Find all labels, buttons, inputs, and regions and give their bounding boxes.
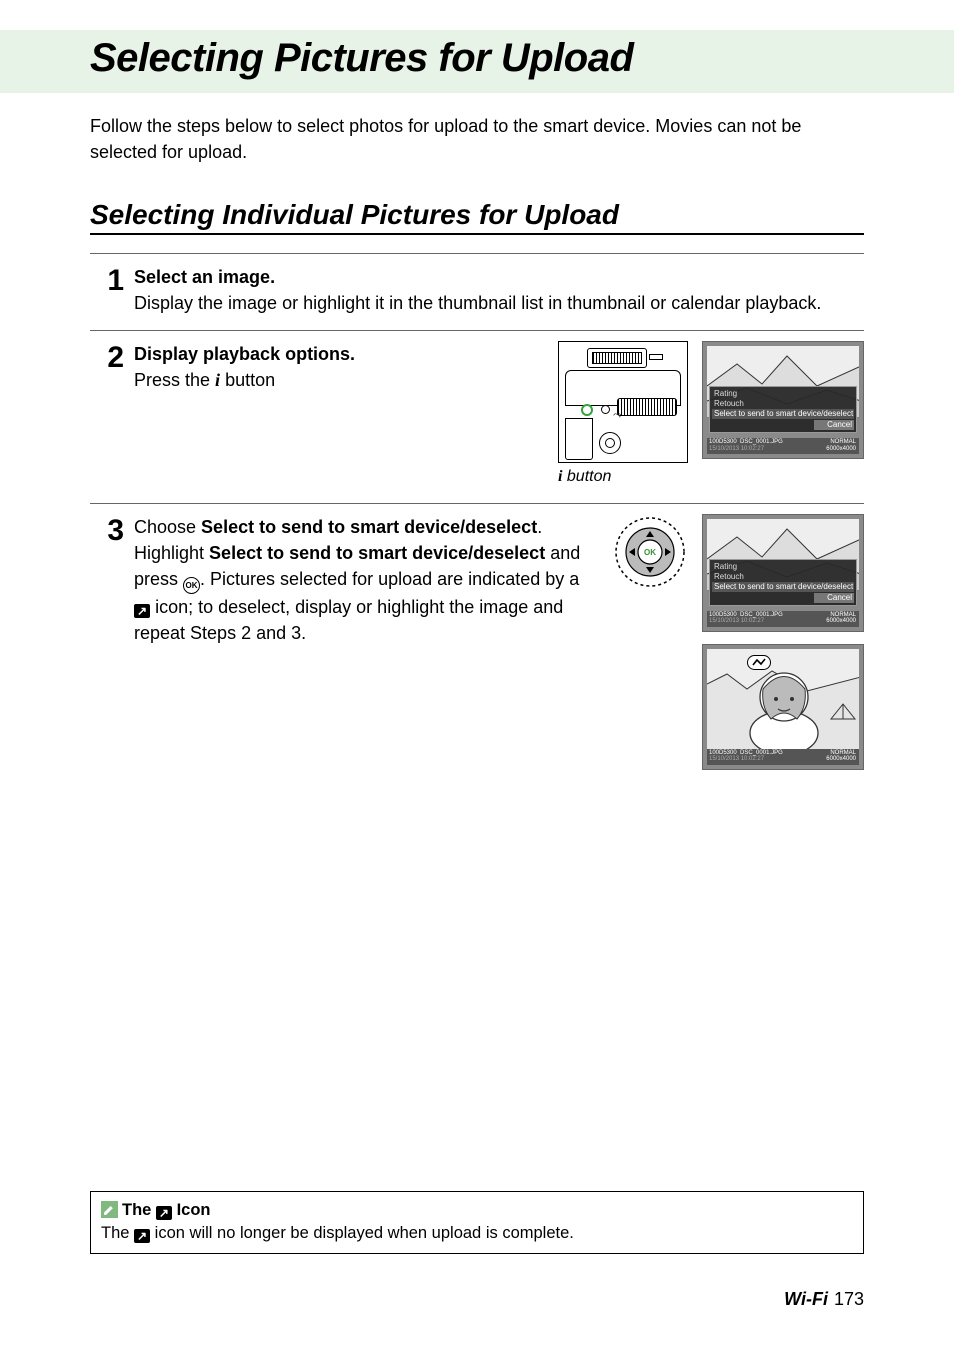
image-meta: 100D5300 DSC_0001.JPG 15/10/2013 10:02:2…	[707, 438, 859, 454]
i-button-indicator	[581, 404, 593, 416]
ok-button-glyph: OK	[183, 577, 200, 594]
image-meta: 100D5300 DSC_0001.JPG 15/10/2013 10:02:2…	[707, 611, 859, 627]
meta-folder: 100D5300	[709, 439, 737, 445]
multi-selector-icon: OK	[612, 514, 688, 590]
meta-size: 6000x4000	[826, 618, 856, 624]
step-text-bold: Select to send to smart device/deselect	[209, 543, 545, 563]
step-heading: Display playback options.	[134, 344, 355, 364]
step-text-pre: Press the	[134, 370, 215, 390]
note-title-pre: The	[122, 1201, 156, 1219]
note-title-post: Icon	[172, 1201, 211, 1219]
meta-file: DSC_0001.JPG	[740, 750, 783, 756]
camera-screen-menu-2: Rating Retouch Select to send to smart d…	[702, 514, 864, 632]
playback-menu: Rating Retouch Select to send to smart d…	[709, 559, 857, 606]
meta-file: DSC_0001.JPG	[740, 439, 783, 445]
intro-text: Follow the steps below to select photos …	[90, 113, 864, 165]
footer-page: 173	[834, 1289, 864, 1309]
menu-cancel[interactable]: Cancel	[814, 420, 854, 430]
upload-mark-icon: ↗	[156, 1206, 172, 1220]
step-number: 3	[90, 514, 124, 546]
image-meta: 100D5300 DSC_0001.JPG 15/10/2013 10:02:2…	[707, 749, 859, 765]
step-text-mid2: . Pictures selected for upload are indic…	[200, 569, 579, 589]
meta-date: 15/10/2013 10:02:27	[709, 756, 764, 762]
caption-text: button	[562, 468, 611, 485]
step-2: 2 Display playback options. Press the i …	[90, 330, 864, 502]
step-text-pre: Highlight	[134, 543, 209, 563]
step-1: 1 Select an image. Display the image or …	[90, 253, 864, 330]
figure-caption: i button	[558, 465, 688, 488]
menu-select-send[interactable]: Select to send to smart device/deselect	[712, 582, 854, 592]
upload-mark-icon: ↗	[134, 1229, 150, 1243]
step-text-post: button	[220, 370, 275, 390]
camera-screen-menu: Rating Retouch Select to send to smart d…	[702, 341, 864, 459]
upload-mark-icon	[747, 655, 771, 670]
menu-retouch[interactable]: Retouch	[712, 572, 854, 582]
menu-rating[interactable]: Rating	[712, 389, 854, 399]
step-number: 2	[90, 341, 124, 373]
svg-text:OK: OK	[644, 548, 656, 557]
step-heading: Select to send to smart device/deselect	[201, 517, 537, 537]
menu-cancel[interactable]: Cancel	[814, 593, 854, 603]
upload-mark-icon: ↗	[134, 604, 150, 618]
page-footer: Wi-Fi 173	[784, 1289, 864, 1310]
step-3: 3 Choose Select to send to smart device/…	[90, 503, 864, 784]
meta-quality: NORMAL	[830, 612, 856, 618]
section-heading: Selecting Individual Pictures for Upload	[90, 199, 864, 235]
camera-diagram: ⤳	[558, 341, 688, 463]
step-head-pre: Choose	[134, 517, 201, 537]
meta-quality: NORMAL	[830, 439, 856, 445]
menu-select-send[interactable]: Select to send to smart device/deselect	[712, 409, 854, 419]
step-number: 1	[90, 264, 124, 296]
meta-date: 15/10/2013 10:02:27	[709, 446, 764, 452]
meta-size: 6000x4000	[826, 446, 856, 452]
note-body-pre: The	[101, 1224, 134, 1242]
step-text-post: icon; to deselect, display or highlight …	[134, 597, 563, 643]
menu-rating[interactable]: Rating	[712, 562, 854, 572]
note-body-post: icon will no longer be displayed when up…	[150, 1224, 574, 1242]
meta-file: DSC_0001.JPG	[740, 612, 783, 618]
note-icon	[101, 1201, 118, 1218]
note-box: The ↗ Icon The ↗ icon will no longer be …	[90, 1191, 864, 1254]
step-head-post: .	[537, 517, 542, 537]
portrait-illustration	[707, 649, 859, 749]
meta-quality: NORMAL	[830, 750, 856, 756]
footer-section: Wi-Fi	[784, 1289, 828, 1309]
step-heading: Select an image.	[134, 267, 275, 287]
steps-list: 1 Select an image. Display the image or …	[90, 253, 864, 783]
step-text: Display the image or highlight it in the…	[134, 293, 821, 313]
menu-retouch[interactable]: Retouch	[712, 399, 854, 409]
page-title: Selecting Pictures for Upload	[90, 36, 864, 81]
meta-folder: 100D5300	[709, 750, 737, 756]
playback-menu: Rating Retouch Select to send to smart d…	[709, 386, 857, 433]
camera-screen-selected: 100D5300 DSC_0001.JPG 15/10/2013 10:02:2…	[702, 644, 864, 770]
meta-size: 6000x4000	[826, 756, 856, 762]
meta-folder: 100D5300	[709, 612, 737, 618]
meta-date: 15/10/2013 10:02:27	[709, 618, 764, 624]
